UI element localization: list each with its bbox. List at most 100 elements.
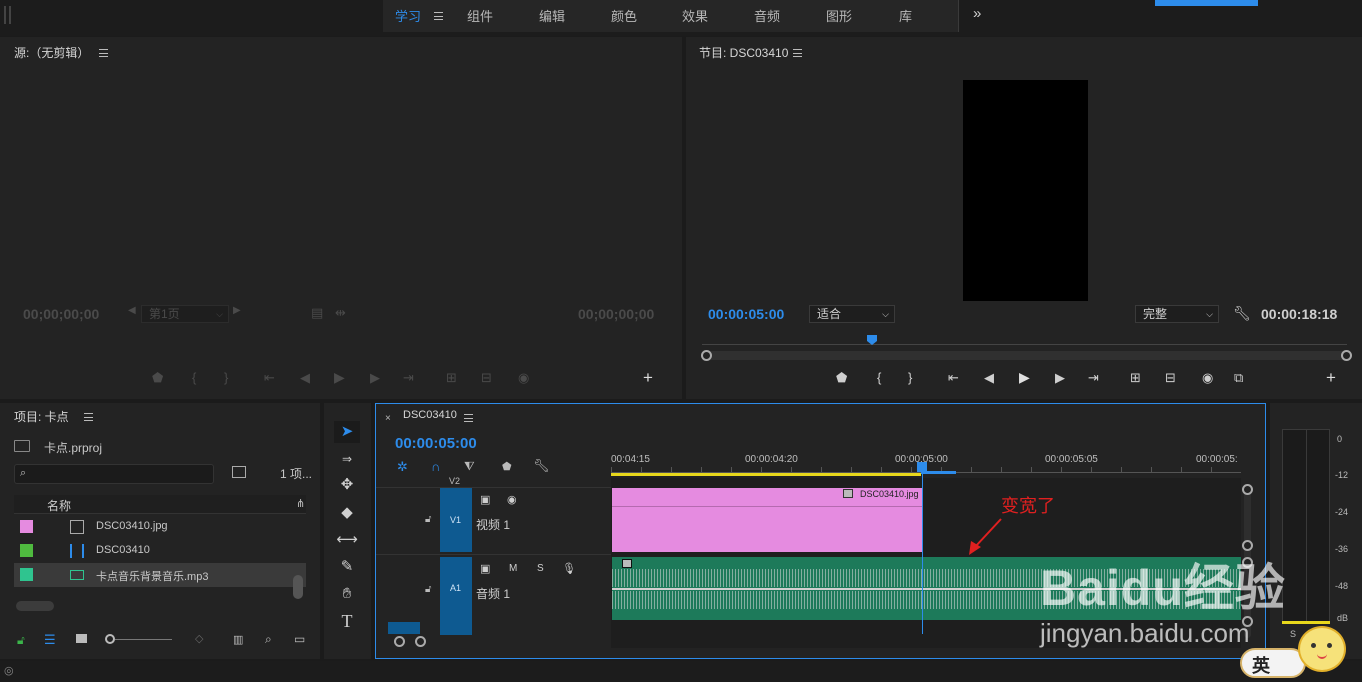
a1-lock-icon[interactable]: 🔓︎ (425, 584, 431, 595)
project-title[interactable]: 项目: 卡点 (14, 408, 69, 425)
source-timecode-in[interactable]: 00;00;00;00 (23, 306, 99, 322)
sequence-tab[interactable]: DSC03410 (403, 409, 457, 421)
hand-tool-icon[interactable]: ✋︎ (334, 583, 360, 605)
ripple-edit-tool-icon[interactable]: ✥ (334, 474, 360, 496)
track-select-tool-icon[interactable]: ⇒ (334, 448, 360, 470)
tab-effects[interactable]: 效果 (682, 6, 708, 25)
scroll-handle[interactable] (1242, 484, 1253, 495)
razor-tool-icon[interactable]: ◆ (334, 502, 360, 524)
fit-select[interactable]: 适合 ⌵ (809, 305, 895, 323)
mark-in-icon[interactable]: { (877, 370, 881, 385)
zoom-handle-left[interactable] (394, 636, 405, 647)
lock-icon[interactable]: 🔓︎ (17, 633, 25, 648)
selection-tool-icon[interactable]: ➤ (334, 421, 360, 443)
list-item[interactable]: DSC03410.jpg (14, 515, 306, 539)
status-icon[interactable]: ◎ (4, 664, 14, 677)
label-color-swatch[interactable] (20, 568, 33, 581)
program-ruler[interactable] (702, 336, 1347, 345)
source-timecode-out[interactable]: 00;00;00;00 (578, 306, 654, 322)
snap-icon[interactable]: ∩ (431, 459, 440, 474)
v1-lock-icon[interactable]: 🔓︎ (425, 514, 431, 525)
pen-tool-icon[interactable]: ✎ (334, 556, 360, 578)
program-timecode[interactable]: 00:00:05:00 (708, 306, 784, 322)
horizontal-scrollbar[interactable] (16, 601, 54, 611)
divider (376, 487, 611, 488)
timeline-timecode[interactable]: 00:00:05:00 (395, 435, 477, 452)
source-title[interactable]: 源:（无剪辑） (14, 44, 89, 61)
list-view-icon[interactable]: ☰ (44, 632, 56, 648)
step-back-icon[interactable]: ◀ (984, 370, 994, 386)
grip-handle[interactable] (4, 6, 18, 24)
workspace-menu-icon[interactable] (434, 12, 443, 20)
more-workspaces-button[interactable]: » (973, 5, 981, 22)
label-color-swatch[interactable] (20, 520, 33, 533)
program-title[interactable]: 节目: DSC03410 (699, 44, 788, 61)
list-item[interactable]: 卡点音乐背景音乐.mp3 (14, 563, 306, 587)
label-color-swatch[interactable] (20, 544, 33, 557)
go-to-out-icon[interactable]: ⇥ (1088, 370, 1099, 386)
type-tool-icon[interactable]: T (334, 610, 360, 632)
scroll-handle-right[interactable] (1341, 350, 1352, 361)
mute-button[interactable]: M (509, 563, 517, 574)
project-menu-icon[interactable] (84, 413, 93, 421)
wrench-icon[interactable]: 🔧︎ (1233, 305, 1251, 322)
toggle-sync-icon[interactable]: ▣ (480, 562, 490, 575)
video-clip[interactable]: DSC03410.jpg (612, 488, 922, 552)
go-to-in-icon[interactable]: ⇤ (948, 370, 959, 386)
timeline-settings-icon[interactable]: 🔧︎ (533, 458, 550, 474)
zoom-slider-handle[interactable] (105, 634, 115, 644)
work-area-bar[interactable] (611, 473, 921, 476)
zoom-scrollbar[interactable] (706, 351, 1347, 360)
column-name[interactable]: 名称 (47, 497, 71, 514)
toggle-output-eye-icon[interactable]: ◉ (507, 493, 517, 506)
extract-icon[interactable]: ⊟ (1165, 370, 1176, 386)
quality-select[interactable]: 完整 ⌵ (1135, 305, 1219, 323)
tab-audio[interactable]: 音频 (754, 6, 780, 25)
zoom-handle-right[interactable] (415, 636, 426, 647)
v1-source-patch[interactable]: V1 (440, 488, 472, 552)
scroll-handle-left[interactable] (701, 350, 712, 361)
icon-view-icon[interactable] (76, 634, 87, 643)
nest-icon[interactable]: ✲ (397, 459, 408, 475)
sort-icon[interactable]: ◇ (195, 632, 203, 645)
add-marker-icon[interactable]: ⬟ (502, 460, 512, 473)
a2-source-patch[interactable] (388, 622, 420, 634)
tab-libraries[interactable]: 库 (899, 6, 912, 25)
tab-assembly[interactable]: 组件 (467, 6, 493, 25)
mark-out-icon[interactable]: } (908, 370, 912, 385)
search-input[interactable]: ⌕ (14, 464, 214, 484)
tab-color[interactable]: 颜色 (611, 6, 637, 25)
voiceover-mic-icon[interactable]: 🎙︎ (562, 562, 576, 575)
close-icon[interactable]: × (385, 413, 391, 424)
status-bar: ◎ (0, 661, 1362, 682)
export-frame-icon[interactable]: ◉ (1202, 370, 1213, 386)
add-button-icon[interactable]: + (1326, 368, 1336, 388)
step-forward-icon[interactable]: ▶ (1055, 370, 1065, 386)
comparison-view-icon[interactable]: ⧉ (1234, 370, 1243, 386)
automate-to-sequence-icon[interactable]: ▥ (233, 633, 243, 646)
ime-indicator[interactable] (1240, 648, 1306, 678)
new-bin-from-search-icon[interactable] (232, 466, 246, 478)
column-fps-icon[interactable]: ⋔ (296, 497, 305, 510)
play-icon[interactable]: ▶ (1019, 369, 1030, 386)
toggle-sync-icon[interactable]: ▣ (480, 493, 490, 506)
vertical-scrollbar[interactable] (293, 575, 303, 599)
lift-icon[interactable]: ⊞ (1130, 370, 1141, 386)
list-item[interactable]: DSC03410 (14, 539, 306, 563)
source-menu-icon[interactable] (99, 49, 108, 57)
tab-graphics[interactable]: 图形 (826, 6, 852, 25)
a1-source-patch[interactable]: A1 (440, 557, 472, 633)
tab-editing[interactable]: 编辑 (539, 6, 565, 25)
tab-learning[interactable]: 学习 (395, 6, 421, 25)
solo-button[interactable]: S (537, 563, 544, 574)
linked-selection-icon[interactable]: ⧨ (464, 459, 475, 474)
add-button-icon[interactable]: + (643, 368, 653, 388)
slip-tool-icon[interactable]: ⟷ (334, 529, 360, 551)
program-menu-icon[interactable] (793, 49, 802, 57)
zoom-slider[interactable] (115, 639, 172, 640)
add-marker-icon[interactable]: ⬟ (836, 370, 847, 386)
new-bin-icon[interactable]: ▭ (294, 632, 305, 646)
find-icon[interactable]: ⌕ (265, 632, 272, 647)
timeline-menu-icon[interactable] (464, 414, 473, 422)
meter-solo-button[interactable]: S (1290, 629, 1296, 639)
